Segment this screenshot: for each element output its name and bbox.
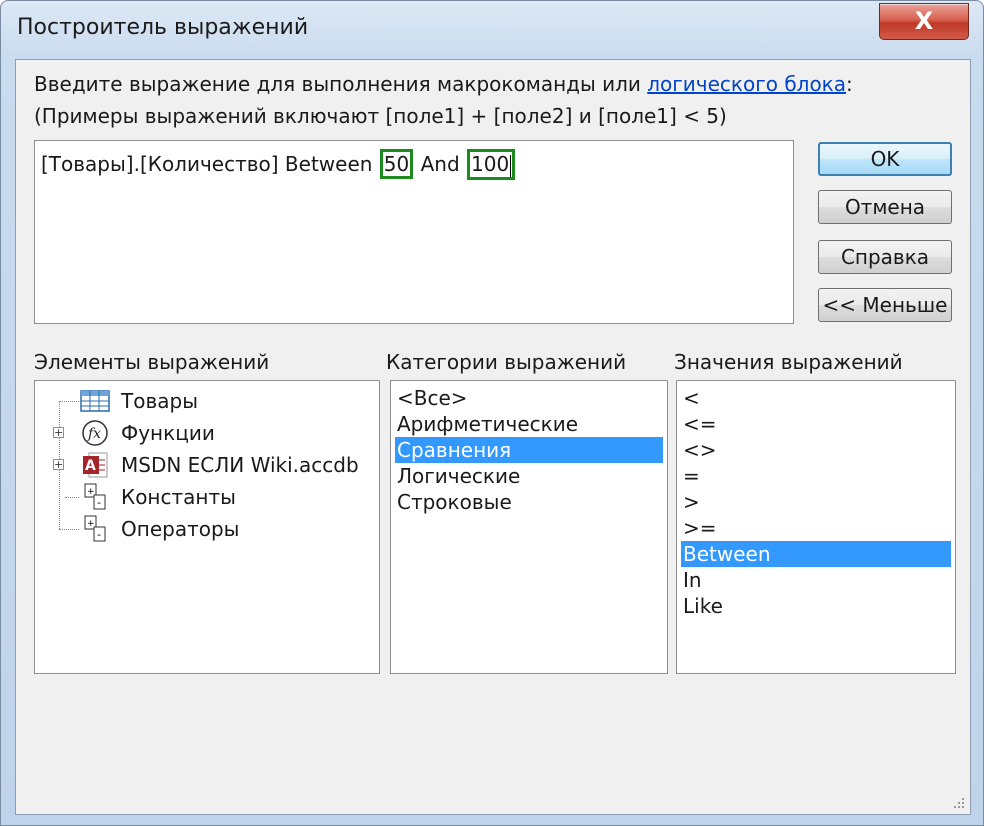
- value-item[interactable]: <=: [681, 411, 951, 437]
- tree-item-constants[interactable]: + - Константы: [35, 483, 375, 511]
- less-button[interactable]: << Меньше: [818, 288, 952, 322]
- cancel-button[interactable]: Отмена: [818, 190, 952, 224]
- table-icon: [80, 390, 110, 412]
- prompt-examples: (Примеры выражений включают [поле1] + [п…: [34, 104, 727, 128]
- expression-prefix: [Товары].[Количество] Between: [41, 152, 379, 176]
- text-caret: [510, 154, 512, 177]
- help-button[interactable]: Справка: [818, 240, 952, 274]
- expression-value-1[interactable]: 50: [379, 149, 414, 179]
- window-title: Построитель выражений: [17, 15, 309, 40]
- svg-text:fx: fx: [87, 426, 101, 442]
- resize-grip-icon[interactable]: [952, 796, 966, 810]
- expression-value-2-text: 100: [471, 152, 510, 176]
- tree-item-label: Товары: [121, 389, 198, 413]
- value-item[interactable]: =: [681, 463, 951, 489]
- svg-text:+: +: [87, 487, 95, 497]
- prompt-suffix: :: [846, 72, 853, 96]
- dialog-body: Введите выражение для выполнения макроко…: [15, 59, 971, 815]
- expression-text: [Товары].[Количество] Between 50 And 100: [41, 149, 516, 180]
- value-item[interactable]: <: [681, 385, 951, 411]
- category-item-selected[interactable]: Сравнения: [395, 437, 663, 463]
- value-item[interactable]: <>: [681, 437, 951, 463]
- categories-list[interactable]: <Все> Арифметические Сравнения Логически…: [390, 380, 668, 674]
- close-button[interactable]: X: [879, 3, 969, 40]
- svg-text:A: A: [85, 458, 96, 474]
- value-item[interactable]: In: [681, 567, 951, 593]
- expand-icon[interactable]: +: [53, 427, 64, 438]
- expand-icon[interactable]: +: [53, 459, 64, 470]
- expression-value-2[interactable]: 100: [467, 149, 516, 180]
- values-list[interactable]: < <= <> = > >= Between In Like: [676, 380, 956, 674]
- prompt-text: Введите выражение для выполнения макроко…: [34, 72, 648, 96]
- expression-editor[interactable]: [Товары].[Количество] Between 50 And 100: [34, 140, 794, 324]
- svg-text:-: -: [97, 528, 101, 541]
- ok-button[interactable]: OK: [818, 142, 952, 176]
- access-database-icon: A: [83, 452, 108, 478]
- logical-block-link[interactable]: логического блока: [647, 72, 846, 96]
- tree-item-label: MSDN ЕСЛИ Wiki.accdb: [121, 453, 359, 477]
- categories-label: Категории выражений: [386, 350, 627, 374]
- category-item[interactable]: <Все>: [395, 385, 663, 411]
- value-item[interactable]: >: [681, 489, 951, 515]
- tree-item-database[interactable]: + A MSDN ЕСЛИ Wiki.accdb: [35, 451, 375, 479]
- function-icon: fx: [82, 420, 108, 446]
- svg-text:+: +: [87, 519, 95, 529]
- title-bar[interactable]: Построитель выражений X: [1, 1, 983, 57]
- tree-item-operators[interactable]: + - Операторы: [35, 515, 375, 543]
- category-item[interactable]: Строковые: [395, 489, 663, 515]
- value-item[interactable]: >=: [681, 515, 951, 541]
- operators-icon: + -: [84, 515, 106, 542]
- tree-item-tables[interactable]: Товары: [35, 387, 375, 415]
- prompt-line-1: Введите выражение для выполнения макроко…: [34, 72, 853, 96]
- tree-item-label: Константы: [121, 485, 236, 509]
- value-item[interactable]: Like: [681, 593, 951, 619]
- elements-tree[interactable]: Товары + fx Функции + A MSDN ЕСЛИ Wiki.a…: [34, 380, 380, 674]
- close-icon: X: [914, 7, 934, 35]
- svg-text:-: -: [97, 496, 101, 509]
- tree-item-functions[interactable]: + fx Функции: [35, 419, 375, 447]
- tree-item-label: Операторы: [121, 517, 240, 541]
- category-item[interactable]: Арифметические: [395, 411, 663, 437]
- expression-builder-window: Построитель выражений X Введите выражени…: [0, 0, 984, 826]
- value-item-selected[interactable]: Between: [681, 541, 951, 567]
- elements-label: Элементы выражений: [34, 350, 270, 374]
- constants-icon: + -: [84, 483, 106, 510]
- category-item[interactable]: Логические: [395, 463, 663, 489]
- values-label: Значения выражений: [674, 350, 903, 374]
- expression-middle: And: [414, 152, 467, 176]
- tree-item-label: Функции: [121, 421, 215, 445]
